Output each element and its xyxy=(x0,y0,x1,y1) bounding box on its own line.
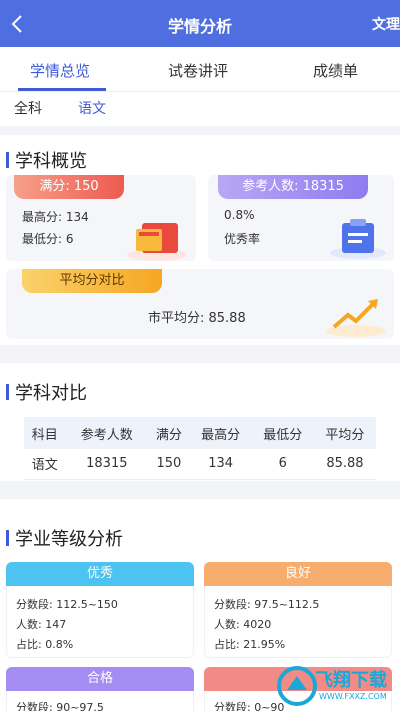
clipboard-icon xyxy=(324,215,388,261)
trend-chart-icon xyxy=(324,293,388,339)
comparison-section: 学科对比 科目 参考人数 满分 最高分 最低分 平均分 语文 18315 150… xyxy=(0,363,400,481)
section-title: 学科对比 xyxy=(6,379,87,405)
grade-range: 分数段: 112.5~150 xyxy=(16,598,118,611)
tab-paper-review[interactable]: 试卷讲评 xyxy=(168,60,228,81)
participants-pill: 参考人数: 18315 xyxy=(218,175,368,199)
grade-name: 良好 xyxy=(204,562,392,586)
participants-card: 参考人数: 18315 0.8% 优秀率 xyxy=(208,175,394,261)
overview-section: 学科概览 满分: 150 最高分: 134 最低分: 6 参考人数: 18315… xyxy=(0,135,400,345)
excellent-rate-label: 优秀率 xyxy=(224,232,261,246)
city-average: 市平均分: 85.88 xyxy=(148,311,246,326)
watermark: 飞翔下载 WWW.FXXZ.COM xyxy=(275,664,400,711)
red-envelope-icon xyxy=(124,215,190,261)
col-participants: 参考人数 xyxy=(65,417,149,449)
excellent-rate-value: 0.8% xyxy=(224,208,255,222)
top-bar: 学情分析 文理 xyxy=(0,0,400,47)
col-full-score: 满分 xyxy=(148,417,190,449)
active-tab-indicator xyxy=(18,88,106,91)
col-average: 平均分 xyxy=(313,417,376,449)
cell: 6 xyxy=(251,449,314,480)
grade-range: 分数段: 97.5~112.5 xyxy=(214,598,320,611)
grade-range: 分数段: 0~90 xyxy=(214,701,285,711)
cell: 150 xyxy=(148,449,190,480)
max-score: 最高分: 134 xyxy=(22,210,89,224)
section-title: 学业等级分析 xyxy=(6,525,123,551)
min-score: 最低分: 6 xyxy=(22,232,74,246)
full-score-card: 满分: 150 最高分: 134 最低分: 6 xyxy=(6,175,196,261)
cell: 18315 xyxy=(65,449,149,480)
grade-name: 合格 xyxy=(6,667,194,691)
grade-count: 人数: 147 xyxy=(16,618,67,631)
section-title: 学科概览 xyxy=(6,147,87,173)
table-row: 语文 18315 150 134 6 85.88 xyxy=(24,449,376,480)
cell: 85.88 xyxy=(313,449,376,480)
cell: 134 xyxy=(189,449,252,480)
table-header-row: 科目 参考人数 满分 最高分 最低分 平均分 xyxy=(24,417,376,449)
tab-bar: 学情总览 试卷讲评 成绩单 xyxy=(0,47,400,92)
grade-ratio: 占比: 0.8% xyxy=(16,638,74,651)
watermark-url: WWW.FXXZ.COM xyxy=(319,692,387,701)
grade-card-excellent: 优秀 分数段: 112.5~150 人数: 147 占比: 0.8% xyxy=(6,562,194,658)
grade-range: 分数段: 90~97.5 xyxy=(16,701,104,711)
average-compare-card: 平均分对比 市平均分: 85.88 xyxy=(6,269,394,339)
grade-name: 优秀 xyxy=(6,562,194,586)
col-subject: 科目 xyxy=(24,417,66,449)
full-score-pill: 满分: 150 xyxy=(14,175,124,199)
subject-filter: 全科 语文 xyxy=(0,92,400,126)
cell: 语文 xyxy=(24,449,66,480)
grade-count: 人数: 4020 xyxy=(214,618,272,631)
page-title: 学情分析 xyxy=(167,17,232,36)
subject-chinese[interactable]: 语文 xyxy=(78,98,106,118)
subject-type-button[interactable]: 文理 xyxy=(372,14,400,34)
subject-all[interactable]: 全科 xyxy=(14,98,42,118)
grade-card-good: 良好 分数段: 97.5~112.5 人数: 4020 占比: 21.95% xyxy=(204,562,392,658)
average-compare-pill: 平均分对比 xyxy=(22,269,162,293)
comparison-table: 科目 参考人数 满分 最高分 最低分 平均分 语文 18315 150 134 … xyxy=(24,417,376,480)
tab-report-card[interactable]: 成绩单 xyxy=(313,60,358,81)
col-max: 最高分 xyxy=(189,417,252,449)
tab-overview[interactable]: 学情总览 xyxy=(30,60,90,81)
grade-card-pass: 合格 分数段: 90~97.5 xyxy=(6,667,194,711)
watermark-text: 飞翔下载 xyxy=(315,670,387,691)
grade-ratio: 占比: 21.95% xyxy=(214,638,286,651)
col-min: 最低分 xyxy=(251,417,314,449)
